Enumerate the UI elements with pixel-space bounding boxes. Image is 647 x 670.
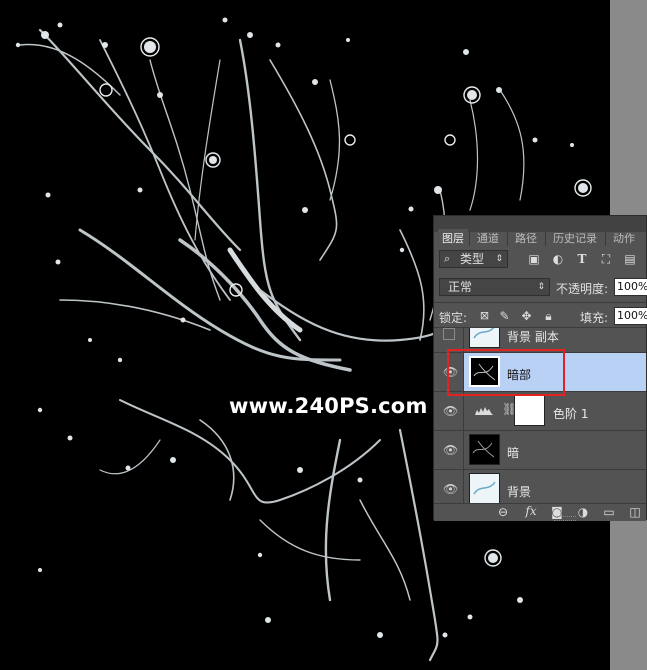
layer-filter-select[interactable]: ⌕ 类型 ⇕ xyxy=(439,250,508,268)
lock-position-icon[interactable]: ✥ xyxy=(520,309,533,323)
image-filter-icon[interactable]: ▣ xyxy=(527,252,541,266)
adjustment-filter-icon[interactable]: ◐ xyxy=(551,252,565,266)
lock-paint-icon[interactable]: ✎ xyxy=(498,309,511,323)
opacity-label: 不透明度: xyxy=(556,282,609,296)
highlight-box xyxy=(447,349,565,396)
type-filter-icon[interactable]: T xyxy=(575,252,589,266)
opacity-input[interactable]: 100% xyxy=(614,278,647,296)
chevron-updown-icon: ⇕ xyxy=(537,282,545,292)
layer-name: 暗 xyxy=(507,446,520,460)
layer-mask-thumbnail xyxy=(514,395,545,426)
layer-row[interactable]: 👁︎ 背景 xyxy=(434,470,646,503)
fill-label: 填充: xyxy=(580,311,609,325)
shape-filter-icon[interactable]: ⛶ xyxy=(599,252,613,266)
tab-actions[interactable]: 动作 xyxy=(608,229,640,248)
lock-transparent-icon[interactable]: ⊠ xyxy=(478,309,491,323)
group-icon[interactable]: ▭ xyxy=(602,505,616,519)
chevron-updown-icon: ⇕ xyxy=(495,254,503,264)
layer-row[interactable]: 👁︎ ⛓︎ 色阶 1 xyxy=(434,392,646,431)
filter-type-label: 类型 xyxy=(460,252,485,266)
layer-thumbnail xyxy=(469,434,500,465)
layer-name: 背景 xyxy=(507,485,532,499)
tab-history[interactable]: 历史记录 xyxy=(548,229,602,248)
resize-grip[interactable] xyxy=(554,516,576,521)
blend-mode-value: 正常 xyxy=(448,280,473,294)
lock-all-icon[interactable]: 🔒︎ xyxy=(542,309,555,323)
tab-paths[interactable]: 路径 xyxy=(510,229,542,248)
visibility-toggle[interactable]: 👁︎ xyxy=(434,431,464,469)
smart-object-filter-icon[interactable]: ▤ xyxy=(623,252,637,266)
visibility-toggle[interactable]: 👁︎ xyxy=(434,470,464,503)
tab-divider xyxy=(605,232,606,246)
adjustment-icon[interactable]: ◑ xyxy=(576,505,590,519)
new-layer-icon[interactable]: ◫ xyxy=(628,505,642,519)
levels-histogram-icon xyxy=(474,404,494,416)
divider xyxy=(434,302,646,303)
tab-divider xyxy=(545,232,546,246)
blend-mode-select[interactable]: 正常 ⇕ xyxy=(439,278,550,296)
eye-icon: 👁︎ xyxy=(443,482,459,496)
layers-bottom-toolbar: ⊖ fx ◙ ◑ ▭ ◫ xyxy=(434,503,646,521)
search-icon: ⌕ xyxy=(444,252,451,265)
tab-divider xyxy=(469,232,470,246)
layer-thumbnail xyxy=(469,473,500,503)
link-icon[interactable]: ⊖ xyxy=(496,505,510,519)
tab-layers[interactable]: 图层 xyxy=(438,229,468,248)
eye-icon: 👁︎ xyxy=(443,404,459,418)
hidden-eye-icon xyxy=(443,328,455,340)
tab-divider xyxy=(507,232,508,246)
visibility-toggle[interactable]: 👁︎ xyxy=(434,392,464,430)
layer-name: 背景 副本 xyxy=(507,330,559,344)
layer-name: 色阶 1 xyxy=(553,407,589,421)
fx-icon[interactable]: fx xyxy=(522,504,540,518)
layer-thumbnail xyxy=(469,328,500,348)
lock-label: 锁定: xyxy=(439,311,468,325)
watermark-text: www.240PS.com xyxy=(229,394,428,418)
layer-row[interactable]: 👁︎ 暗 xyxy=(434,431,646,470)
eye-icon: 👁︎ xyxy=(443,443,459,457)
tab-channels[interactable]: 通道 xyxy=(472,229,504,248)
fill-input[interactable]: 100% xyxy=(614,307,647,325)
